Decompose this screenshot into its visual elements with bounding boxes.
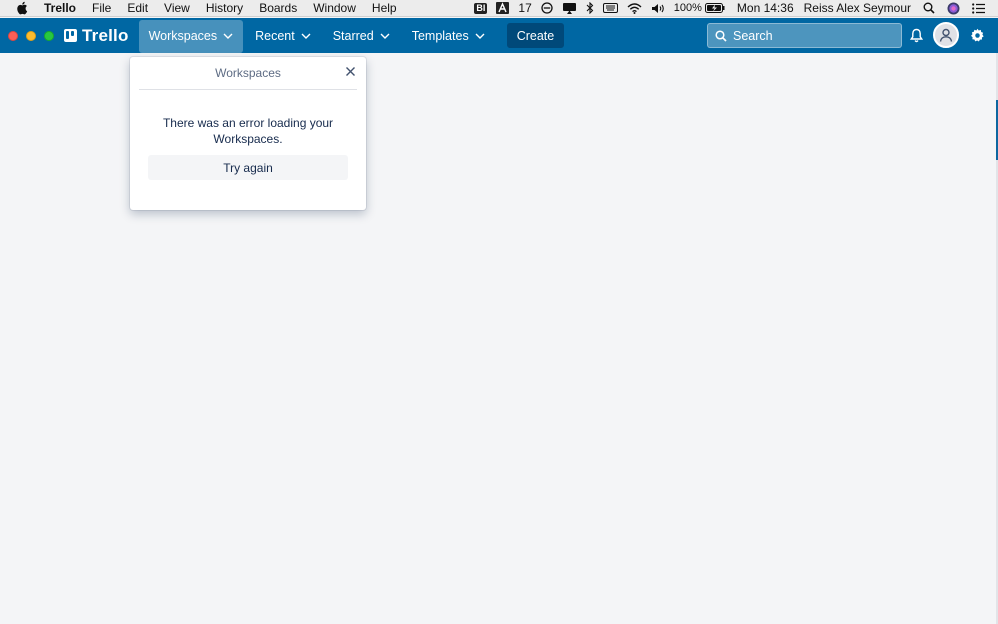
close-icon[interactable]	[345, 66, 356, 77]
recent-label: Recent	[255, 28, 295, 43]
trello-logo[interactable]: Trello	[64, 26, 129, 46]
workspaces-menu-button[interactable]: Workspaces	[138, 19, 244, 53]
user-avatar[interactable]	[933, 22, 959, 48]
gear-icon[interactable]	[970, 28, 985, 43]
menu-user-name[interactable]: Reiss Alex Seymour	[804, 1, 911, 15]
trello-logo-text: Trello	[82, 25, 129, 45]
templates-menu-button[interactable]: Templates	[402, 20, 495, 52]
wifi-icon[interactable]	[627, 2, 642, 14]
notification-center-icon[interactable]	[972, 2, 986, 14]
spotlight-search-icon[interactable]	[923, 2, 935, 14]
user-icon	[939, 28, 953, 42]
search-placeholder: Search	[733, 28, 773, 43]
notifications-bell-icon[interactable]	[910, 28, 923, 43]
volume-icon[interactable]	[651, 3, 665, 14]
bluetooth-icon[interactable]	[586, 2, 594, 14]
minimize-window-button[interactable]	[26, 30, 36, 41]
bi-status-icon[interactable]: BI	[474, 2, 488, 14]
menu-view[interactable]: View	[156, 0, 198, 17]
menu-history[interactable]: History	[198, 0, 251, 17]
chevron-down-icon	[301, 33, 311, 39]
starred-label: Starred	[332, 28, 374, 43]
menu-app-name[interactable]: Trello	[42, 0, 84, 17]
create-button[interactable]: Create	[506, 23, 565, 48]
menu-file[interactable]: File	[84, 0, 119, 17]
menu-boards[interactable]: Boards	[251, 0, 305, 17]
status-number: 17	[518, 1, 532, 15]
window-controls	[8, 30, 62, 41]
battery-icon[interactable]	[704, 3, 725, 13]
workspaces-label: Workspaces	[148, 29, 218, 43]
trello-logo-icon	[64, 29, 77, 42]
menu-window[interactable]: Window	[305, 0, 364, 17]
chevron-down-icon	[475, 33, 485, 39]
try-again-button[interactable]: Try again	[148, 155, 348, 180]
siri-icon[interactable]	[947, 2, 960, 15]
circle-slash-icon[interactable]	[541, 2, 553, 14]
recent-menu-button[interactable]: Recent	[245, 20, 321, 52]
battery-percentage: 100%	[673, 2, 702, 14]
popover-title: Workspaces	[215, 66, 281, 80]
error-message: There was an error loading your Workspac…	[162, 116, 334, 146]
keyboard-icon[interactable]	[602, 3, 618, 13]
macos-menu-bar: Trello File Edit View History Boards Win…	[0, 0, 998, 17]
close-window-button[interactable]	[8, 30, 18, 41]
zoom-window-button[interactable]	[44, 30, 54, 41]
popover-divider	[139, 89, 357, 90]
menu-bar-status-area: BI 17 100% Mon 14:36 Reiss Alex Seymour	[465, 0, 998, 17]
workspaces-popover: Workspaces There was an error loading yo…	[130, 57, 366, 210]
adobe-icon[interactable]	[496, 2, 510, 14]
menu-help[interactable]: Help	[364, 0, 405, 17]
popover-header: Workspaces	[130, 57, 366, 89]
apple-icon[interactable]	[15, 1, 29, 15]
starred-menu-button[interactable]: Starred	[323, 20, 400, 52]
chevron-down-icon	[380, 33, 390, 39]
search-icon	[715, 29, 727, 42]
menu-clock[interactable]: Mon 14:36	[737, 1, 794, 15]
search-input[interactable]: Search	[707, 23, 902, 48]
menu-edit[interactable]: Edit	[119, 0, 156, 17]
chevron-down-icon	[223, 33, 233, 39]
app-header: Trello Workspaces Recent Starred Templat…	[0, 18, 998, 53]
bi-badge-label: BI	[474, 2, 488, 14]
templates-label: Templates	[411, 28, 469, 43]
screen-mirroring-icon[interactable]	[562, 2, 577, 14]
